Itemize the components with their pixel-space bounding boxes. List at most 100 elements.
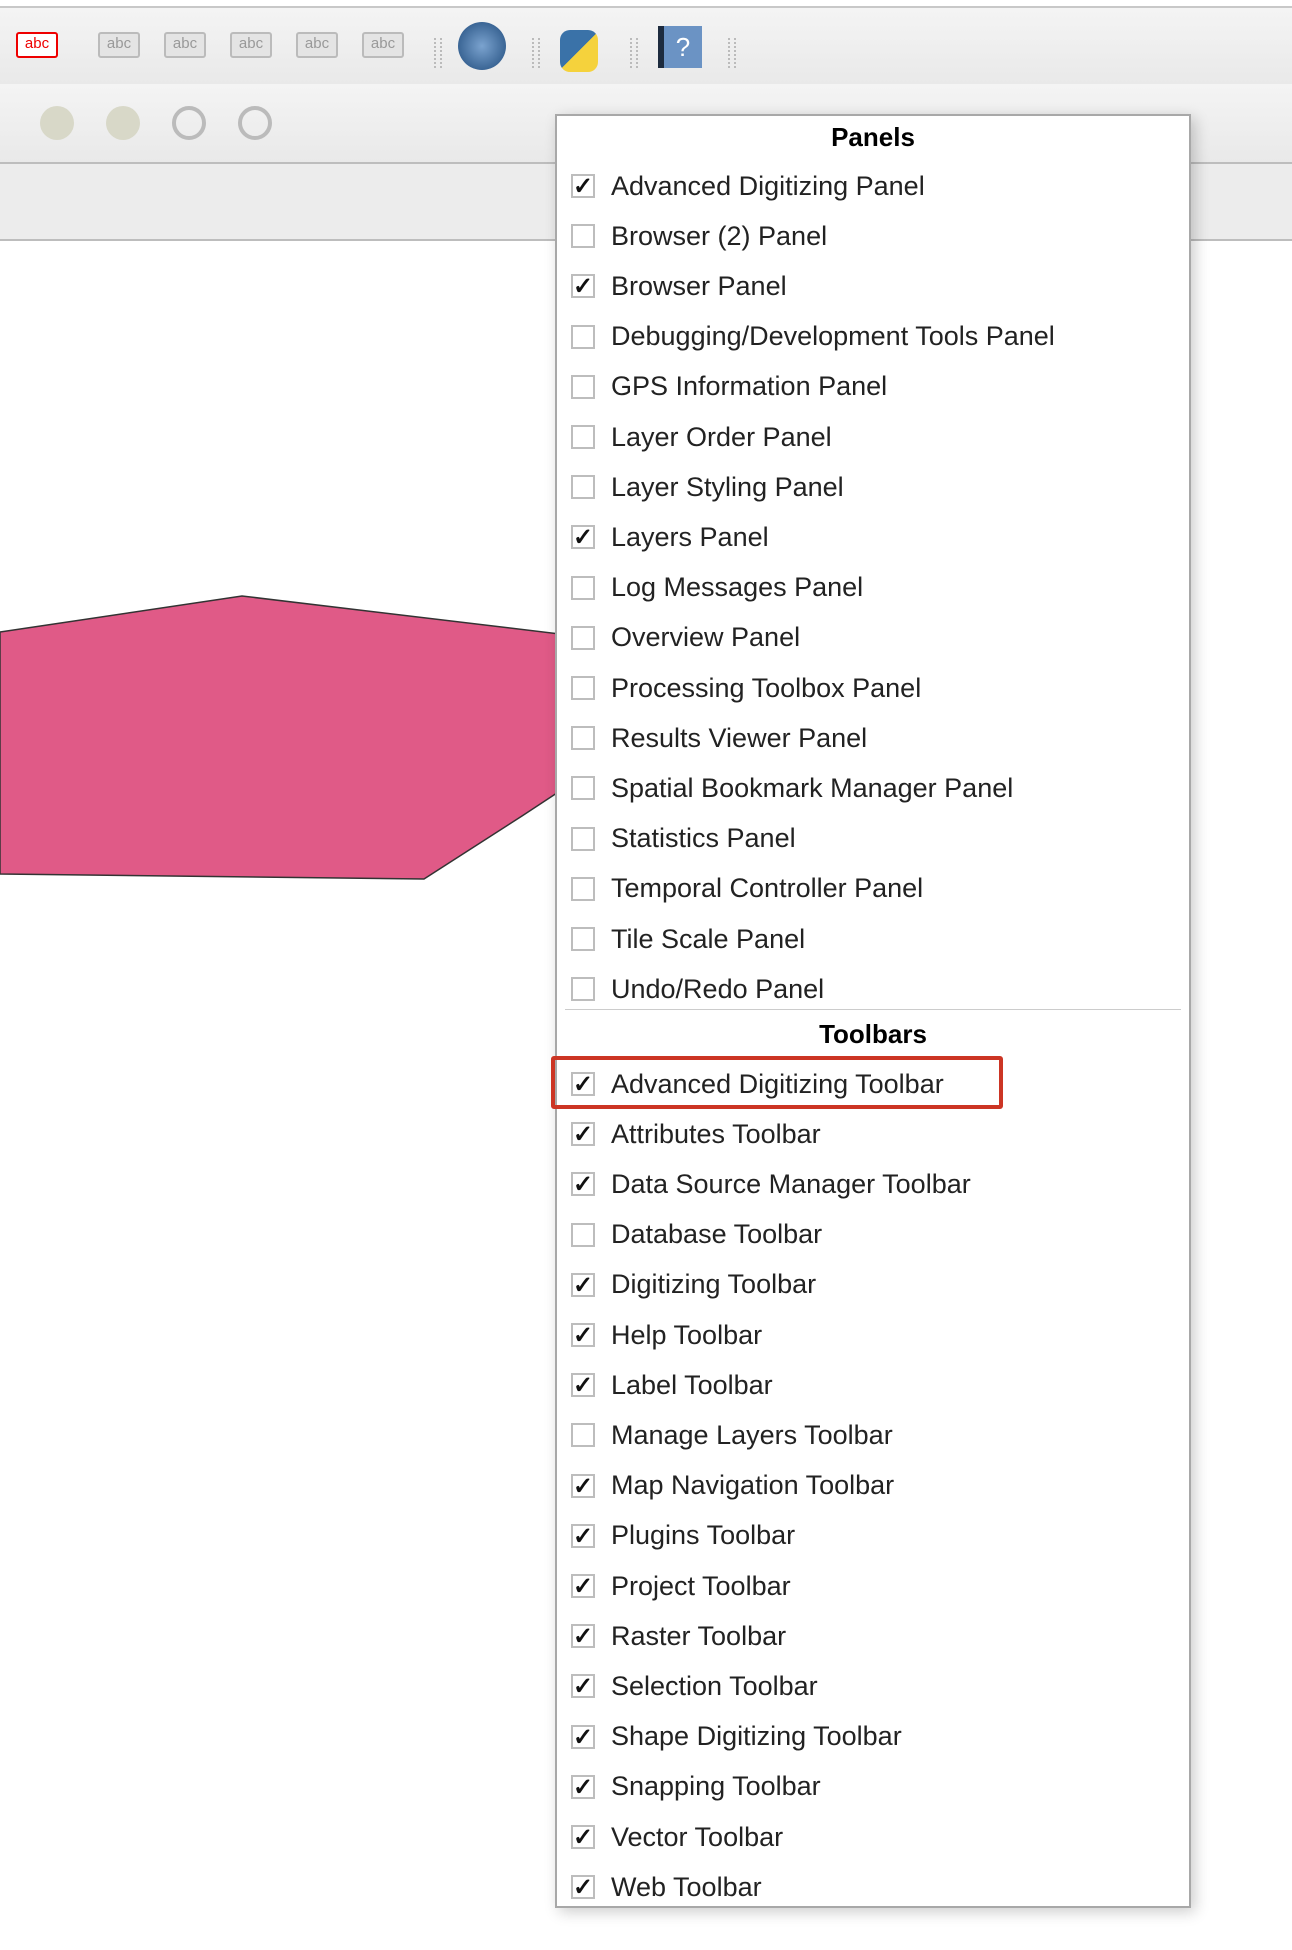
menu-item[interactable]: ✓ Project Toolbar	[571, 1561, 1171, 1611]
menu-item[interactable]: Browser (2) Panel	[571, 211, 1171, 261]
checkbox-checked[interactable]: ✓	[571, 1724, 595, 1749]
toolbar-grip[interactable]	[728, 38, 736, 68]
panels-header: Panels	[831, 122, 915, 152]
menu-item-label: Selection Toolbar	[611, 1670, 818, 1701]
menu-item[interactable]: ✓ Digitizing Toolbar	[571, 1260, 1171, 1310]
python-console-icon[interactable]	[560, 30, 598, 72]
menu-item[interactable]: ✓ Vector Toolbar	[571, 1812, 1171, 1862]
menu-item[interactable]: Layer Styling Panel	[571, 462, 1171, 512]
checkbox-checked[interactable]: ✓	[571, 1172, 595, 1197]
checkbox-checked[interactable]: ✓	[571, 1774, 595, 1799]
menu-item[interactable]: Manage Layers Toolbar	[571, 1410, 1171, 1460]
menu-item[interactable]: ✓ Map Navigation Toolbar	[571, 1461, 1171, 1511]
checkbox-checked[interactable]: ✓	[571, 1272, 595, 1297]
menu-item[interactable]: Log Messages Panel	[571, 563, 1171, 613]
menu-item[interactable]: ✓ Web Toolbar	[571, 1862, 1171, 1912]
menu-item[interactable]: ✓ Shape Digitizing Toolbar	[571, 1712, 1171, 1762]
checkbox-checked[interactable]: ✓	[571, 1825, 595, 1850]
checkbox-unchecked[interactable]	[571, 726, 595, 751]
menu-item[interactable]: ✓ Snapping Toolbar	[571, 1762, 1171, 1812]
toolbars-header: Toolbars	[819, 1019, 927, 1049]
checkbox-checked[interactable]: ✓	[571, 1122, 595, 1147]
show-hide-label-icon[interactable]: abc	[164, 32, 206, 58]
checkbox-unchecked[interactable]	[571, 876, 595, 901]
menu-item-label: Log Messages Panel	[611, 572, 864, 603]
move-label-icon[interactable]: abc	[230, 32, 272, 58]
menu-item[interactable]: Overview Panel	[571, 613, 1171, 663]
pin-label-icon[interactable]: abc	[98, 32, 140, 58]
menu-item[interactable]: Temporal Controller Panel	[571, 864, 1171, 914]
checkbox-unchecked[interactable]	[571, 625, 595, 650]
menu-item[interactable]: ✓ Selection Toolbar	[571, 1661, 1171, 1711]
checkbox-unchecked[interactable]	[571, 374, 595, 399]
checkbox-unchecked[interactable]	[571, 324, 595, 349]
menu-item[interactable]: ✓ Browser Panel	[571, 261, 1171, 311]
metasearch-icon[interactable]	[458, 22, 506, 70]
checkbox-checked[interactable]: ✓	[571, 1473, 595, 1498]
menu-item[interactable]: Statistics Panel	[571, 814, 1171, 864]
map-polygon	[0, 595, 561, 880]
toolbar-grip[interactable]	[434, 38, 442, 68]
checkbox-unchecked[interactable]	[571, 475, 595, 500]
menu-item[interactable]: ✓ Label Toolbar	[571, 1360, 1171, 1410]
menu-item[interactable]: Database Toolbar	[571, 1210, 1171, 1260]
menu-item-label: Statistics Panel	[611, 823, 796, 854]
menu-item[interactable]: Undo/Redo Panel	[571, 964, 1171, 1014]
menu-item[interactable]: ✓ Help Toolbar	[571, 1310, 1171, 1360]
menu-item[interactable]: Processing Toolbox Panel	[571, 663, 1171, 713]
pin-annotation-icon[interactable]	[172, 106, 206, 140]
checkbox-unchecked[interactable]	[571, 776, 595, 801]
menu-item-label: Help Toolbar	[611, 1319, 763, 1350]
menu-item[interactable]: Results Viewer Panel	[571, 713, 1171, 763]
menu-item-label: Project Toolbar	[611, 1570, 791, 1601]
checkbox-unchecked[interactable]	[571, 1222, 595, 1247]
show-annotation-icon[interactable]	[238, 106, 272, 140]
menu-item[interactable]: ✓ Advanced Digitizing Panel	[571, 161, 1171, 211]
menu-item[interactable]: ✓ Data Source Manager Toolbar	[571, 1159, 1171, 1209]
checkbox-checked[interactable]: ✓	[571, 1523, 595, 1548]
label-red-icon[interactable]: abc	[16, 32, 58, 58]
menu-item[interactable]: Debugging/Development Tools Panel	[571, 312, 1171, 362]
menu-item-label: Layer Styling Panel	[611, 471, 844, 502]
menu-item[interactable]: ✓ Raster Toolbar	[571, 1611, 1171, 1661]
menu-item-label: Layers Panel	[611, 521, 769, 552]
checkbox-checked[interactable]: ✓	[571, 174, 595, 199]
menu-item-label: Tile Scale Panel	[611, 923, 806, 954]
menu-item[interactable]: Tile Scale Panel	[571, 914, 1171, 964]
menu-item[interactable]: Layer Order Panel	[571, 412, 1171, 462]
checkbox-checked[interactable]: ✓	[571, 1624, 595, 1649]
checkbox-unchecked[interactable]	[571, 977, 595, 1002]
help-icon[interactable]: ?	[658, 26, 702, 68]
toolbar-grip[interactable]	[630, 38, 638, 68]
menu-item-label: GPS Information Panel	[611, 371, 888, 402]
checkbox-checked[interactable]: ✓	[571, 1674, 595, 1699]
menu-item[interactable]: GPS Information Panel	[571, 362, 1171, 412]
show-diagram-icon[interactable]	[106, 106, 140, 140]
checkbox-unchecked[interactable]	[571, 575, 595, 600]
checkbox-unchecked[interactable]	[571, 425, 595, 449]
menu-item-label: Plugins Toolbar	[611, 1520, 796, 1551]
checkbox-checked[interactable]: ✓	[571, 525, 595, 550]
menu-item[interactable]: ✓ Plugins Toolbar	[571, 1511, 1171, 1561]
checkbox-unchecked[interactable]	[571, 1423, 595, 1448]
menu-item[interactable]: ✓ Layers Panel	[571, 512, 1171, 562]
checkbox-checked[interactable]: ✓	[571, 274, 595, 299]
checkbox-unchecked[interactable]	[571, 224, 595, 249]
menu-item-label: Layer Order Panel	[611, 421, 832, 452]
menu-separator	[565, 1009, 1181, 1010]
checkbox-checked[interactable]: ✓	[571, 1875, 595, 1900]
checkbox-unchecked[interactable]	[571, 927, 595, 951]
rotate-label-icon[interactable]: abc	[296, 32, 338, 58]
menu-item-label: Spatial Bookmark Manager Panel	[611, 772, 1014, 803]
change-label-icon[interactable]: abc	[362, 32, 404, 58]
checkbox-checked[interactable]: ✓	[571, 1373, 595, 1398]
checkbox-checked[interactable]: ✓	[571, 1323, 595, 1348]
menu-item[interactable]: Spatial Bookmark Manager Panel	[571, 763, 1171, 813]
toolbar-grip[interactable]	[532, 38, 540, 68]
checkbox-unchecked[interactable]	[571, 676, 595, 700]
menu-item-label: Label Toolbar	[611, 1369, 773, 1400]
checkbox-checked[interactable]: ✓	[571, 1574, 595, 1599]
menu-item[interactable]: ✓ Attributes Toolbar	[571, 1109, 1171, 1159]
checkbox-unchecked[interactable]	[571, 826, 595, 851]
pin-diagram-icon[interactable]	[40, 106, 74, 140]
